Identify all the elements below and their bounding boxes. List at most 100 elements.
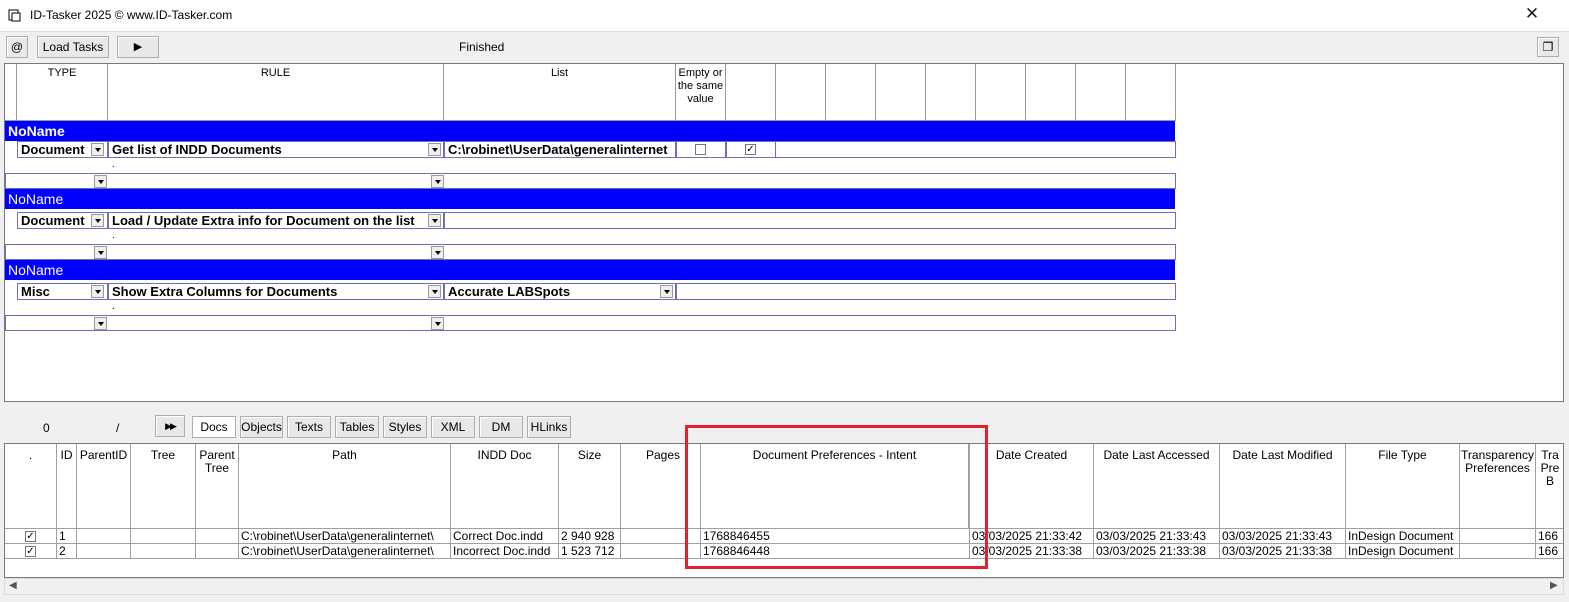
cell-tra-pre[interactable]: 166 xyxy=(1536,544,1563,559)
empty-checkbox[interactable] xyxy=(695,144,706,155)
cell-date-modified[interactable]: 03/03/2025 21:33:38 xyxy=(1220,544,1346,559)
sub-row[interactable] xyxy=(5,173,1176,189)
cell-parent-tree[interactable] xyxy=(196,544,239,559)
header-date-created[interactable]: Date Created xyxy=(970,444,1094,529)
header-col9 xyxy=(926,64,976,121)
tab-texts[interactable]: Texts xyxy=(287,416,331,438)
list-field[interactable]: C:\robinet\UserData\generalinternet xyxy=(444,141,676,158)
cell-date-accessed[interactable]: 03/03/2025 21:33:38 xyxy=(1094,544,1220,559)
header-col8 xyxy=(876,64,926,121)
cell-indd-doc[interactable]: Correct Doc.indd xyxy=(451,529,559,544)
tab-docs[interactable]: Docs xyxy=(192,416,236,438)
header-parent-tree[interactable]: Parent Tree xyxy=(196,444,239,529)
header-col11 xyxy=(1026,64,1076,121)
chevron-down-icon[interactable] xyxy=(94,317,107,330)
header-id[interactable]: ID xyxy=(57,444,77,529)
cell-id[interactable]: 2 xyxy=(57,544,77,559)
tab-objects[interactable]: Objects xyxy=(240,416,283,438)
status-text: Finished xyxy=(459,40,505,54)
cell-date-accessed[interactable]: 03/03/2025 21:33:43 xyxy=(1094,529,1220,544)
cell-indd-doc[interactable]: Incorrect Doc.indd xyxy=(451,544,559,559)
header-transparency[interactable]: Transparency Preferences xyxy=(1460,444,1536,529)
header-path[interactable]: Path xyxy=(239,444,451,529)
rule-select[interactable]: Show Extra Columns for Documents xyxy=(108,283,444,300)
header-col12 xyxy=(1076,64,1126,121)
row-checkbox[interactable]: ✓ xyxy=(25,546,36,557)
cell-date-created[interactable]: 03/03/2025 21:33:38 xyxy=(970,544,1094,559)
list-select[interactable]: Accurate LABSpots xyxy=(444,283,676,300)
task-grid: TYPE RULE List Empty or the same value N… xyxy=(4,63,1564,402)
cell-parentid[interactable] xyxy=(77,544,131,559)
horizontal-scrollbar[interactable]: ◀ ▶ xyxy=(4,578,1564,595)
row-header-corner xyxy=(5,64,17,121)
chevron-down-icon[interactable] xyxy=(428,143,441,156)
cell-size[interactable]: 2 940 928 xyxy=(559,529,621,544)
cell-file-type[interactable]: InDesign Document xyxy=(1346,529,1460,544)
header-date-modified[interactable]: Date Last Modified xyxy=(1220,444,1346,529)
header-date-accessed[interactable]: Date Last Accessed xyxy=(1094,444,1220,529)
header-size[interactable]: Size xyxy=(559,444,621,529)
row-dot: . xyxy=(112,159,115,170)
tab-dm[interactable]: DM xyxy=(479,416,523,438)
rule-select[interactable]: Load / Update Extra info for Document on… xyxy=(108,212,444,229)
col5-checkbox[interactable]: ✓ xyxy=(745,144,756,155)
chevron-down-icon[interactable] xyxy=(91,214,104,227)
chevron-down-icon[interactable] xyxy=(94,246,107,259)
chevron-down-icon[interactable] xyxy=(428,285,441,298)
header-type: TYPE xyxy=(17,64,108,121)
restore-button[interactable]: ❐ xyxy=(1537,37,1559,57)
row-checkbox[interactable]: ✓ xyxy=(25,531,36,542)
chevron-down-icon[interactable] xyxy=(94,175,107,188)
cell-size[interactable]: 1 523 712 xyxy=(559,544,621,559)
list-field[interactable] xyxy=(444,212,1176,229)
cell-tree[interactable] xyxy=(131,544,196,559)
at-button[interactable]: @ xyxy=(6,36,28,58)
scroll-right-icon[interactable]: ▶ xyxy=(1550,580,1558,591)
chevron-down-icon[interactable] xyxy=(431,246,444,259)
header-col13 xyxy=(1126,64,1176,121)
cell-transparency[interactable] xyxy=(1460,544,1536,559)
tab-tables[interactable]: Tables xyxy=(335,416,379,438)
sub-row[interactable] xyxy=(5,315,1176,331)
scroll-left-icon[interactable]: ◀ xyxy=(9,580,17,591)
fast-forward-button[interactable]: ▶▶ xyxy=(155,415,185,437)
cell-id[interactable]: 1 xyxy=(57,529,77,544)
tab-hlinks[interactable]: HLinks xyxy=(527,416,571,438)
cell-path[interactable]: C:\robinet\UserData\generalinternet\ xyxy=(239,529,451,544)
cell-file-type[interactable]: InDesign Document xyxy=(1346,544,1460,559)
empty-cells xyxy=(676,283,1176,300)
load-tasks-button[interactable]: Load Tasks xyxy=(37,36,109,58)
chevron-down-icon[interactable] xyxy=(431,175,444,188)
header-col5 xyxy=(726,64,776,121)
chevron-down-icon[interactable] xyxy=(428,214,441,227)
sub-row[interactable] xyxy=(5,244,1176,260)
tab-xml[interactable]: XML xyxy=(431,416,475,438)
tab-styles[interactable]: Styles xyxy=(383,416,427,438)
chevron-down-icon[interactable] xyxy=(91,143,104,156)
cell-tra-pre[interactable]: 166 xyxy=(1536,529,1563,544)
cell-transparency[interactable] xyxy=(1460,529,1536,544)
cell-parentid[interactable] xyxy=(77,529,131,544)
count-separator: / xyxy=(116,421,120,435)
run-button[interactable]: ▶ xyxy=(117,36,159,58)
header-parentid[interactable]: ParentID xyxy=(77,444,131,529)
cell-tree[interactable] xyxy=(131,529,196,544)
cell-date-created[interactable]: 03/03/2025 21:33:42 xyxy=(970,529,1094,544)
header-check[interactable]: . xyxy=(5,444,57,529)
group-header[interactable]: NoName xyxy=(5,260,1175,280)
empty-cells xyxy=(776,141,1176,158)
cell-date-modified[interactable]: 03/03/2025 21:33:43 xyxy=(1220,529,1346,544)
close-icon[interactable]: ✕ xyxy=(1520,3,1544,27)
header-tra-pre[interactable]: Tra Pre B xyxy=(1536,444,1563,529)
group-header[interactable]: NoName xyxy=(5,121,1175,141)
cell-parent-tree[interactable] xyxy=(196,529,239,544)
header-file-type[interactable]: File Type xyxy=(1346,444,1460,529)
rule-select[interactable]: Get list of INDD Documents xyxy=(108,141,444,158)
chevron-down-icon[interactable] xyxy=(91,285,104,298)
header-tree[interactable]: Tree xyxy=(131,444,196,529)
chevron-down-icon[interactable] xyxy=(660,285,673,298)
group-header[interactable]: NoName xyxy=(5,189,1175,209)
chevron-down-icon[interactable] xyxy=(431,317,444,330)
cell-path[interactable]: C:\robinet\UserData\generalinternet\ xyxy=(239,544,451,559)
header-indd-doc[interactable]: INDD Doc xyxy=(451,444,559,529)
